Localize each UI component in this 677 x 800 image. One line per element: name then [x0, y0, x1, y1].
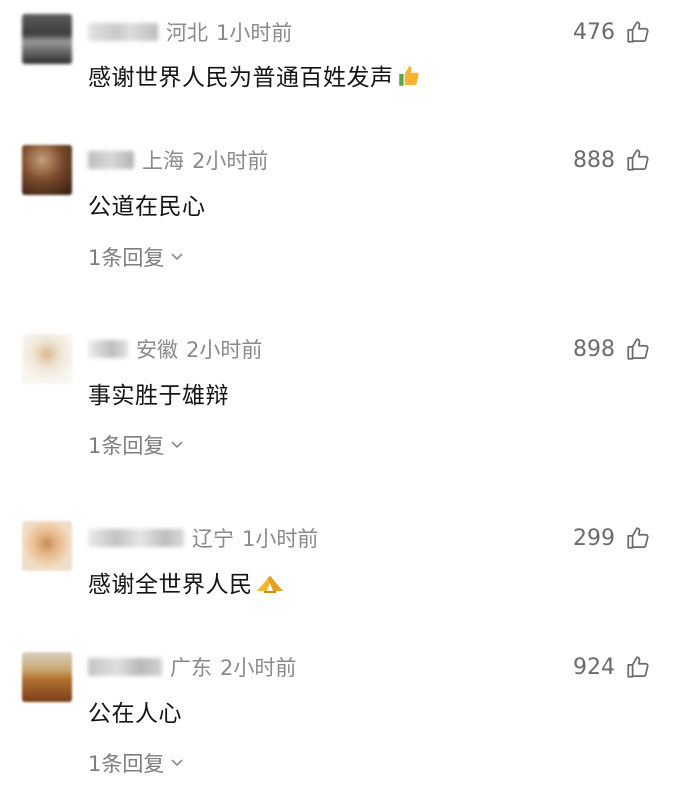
avatar[interactable]: [22, 145, 72, 195]
thumbs-up-icon: [627, 149, 649, 171]
thumbs-up-icon: [396, 63, 422, 95]
comment-text: 公在人心: [88, 701, 182, 727]
thumbs-up-icon: [627, 656, 649, 678]
view-replies-button[interactable]: 1条回复: [88, 242, 184, 272]
username[interactable]: [88, 151, 134, 169]
comment-meta: 上海 2小时前: [88, 145, 268, 175]
region: 河北: [166, 21, 208, 45]
timestamp: 1小时前: [242, 527, 319, 551]
username[interactable]: [88, 340, 128, 358]
reply-count: 1条回复: [88, 246, 165, 270]
region: 安徽: [136, 338, 178, 362]
comment-meta: 辽宁 1小时前: [88, 523, 318, 553]
avatar[interactable]: [22, 521, 72, 571]
thumbs-up-icon: [627, 527, 649, 549]
avatar[interactable]: [22, 14, 72, 64]
like-button[interactable]: 898: [573, 334, 651, 364]
timestamp: 2小时前: [192, 149, 269, 173]
username[interactable]: [88, 658, 162, 676]
like-count: 888: [573, 147, 615, 173]
view-replies-button[interactable]: 1条回复: [88, 748, 184, 778]
chevron-down-icon: [171, 253, 183, 261]
username[interactable]: [88, 23, 158, 41]
thumbs-up-icon: [627, 338, 649, 360]
region: 广东: [170, 656, 212, 680]
comment-text: 事实胜于雄辩: [88, 383, 229, 409]
timestamp: 1小时前: [216, 21, 293, 45]
comment-text: 感谢全世界人民: [88, 572, 253, 598]
thumbs-up-icon: [627, 21, 649, 43]
like-count: 924: [573, 654, 615, 680]
view-replies-button[interactable]: 1条回复: [88, 430, 184, 460]
timestamp: 2小时前: [186, 338, 263, 362]
region: 上海: [142, 149, 184, 173]
comment-text: 感谢世界人民为普通百姓发声: [88, 65, 394, 91]
like-button[interactable]: 299: [573, 523, 651, 553]
like-button[interactable]: 924: [573, 652, 651, 682]
praying-hands-icon: [255, 570, 285, 602]
reply-count: 1条回复: [88, 752, 165, 776]
reply-count: 1条回复: [88, 434, 165, 458]
like-button[interactable]: 476: [573, 17, 651, 47]
comment-text-wrap: 感谢全世界人民: [88, 565, 285, 602]
comment-meta: 安徽 2小时前: [88, 334, 262, 364]
comment-text-wrap: 感谢世界人民为普通百姓发声: [88, 58, 422, 95]
like-count: 898: [573, 336, 615, 362]
comment-meta: 广东 2小时前: [88, 652, 296, 682]
comment-text: 公道在民心: [88, 194, 206, 220]
comment-meta: 河北 1小时前: [88, 17, 292, 47]
timestamp: 2小时前: [220, 656, 297, 680]
like-count: 299: [573, 525, 615, 551]
avatar[interactable]: [22, 652, 72, 702]
like-count: 476: [573, 19, 615, 45]
chevron-down-icon: [171, 441, 183, 449]
chevron-down-icon: [171, 759, 183, 767]
comment-list: 河北 1小时前 476 感谢世界人民为普通百姓发声 上海 2小时前 888 公道…: [0, 0, 677, 800]
avatar[interactable]: [22, 334, 72, 384]
like-button[interactable]: 888: [573, 145, 651, 175]
username[interactable]: [88, 529, 184, 547]
region: 辽宁: [192, 527, 234, 551]
